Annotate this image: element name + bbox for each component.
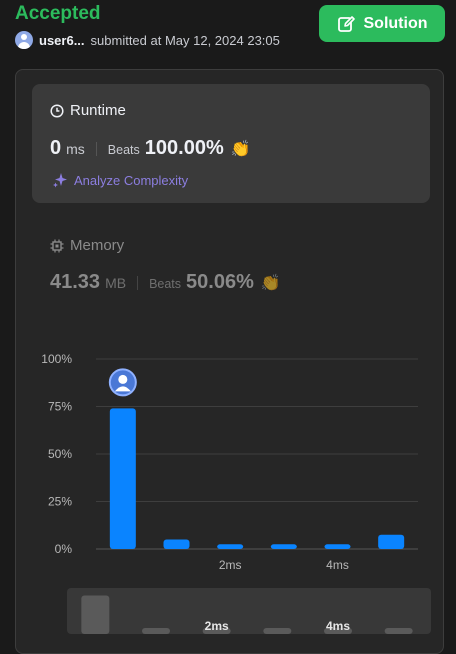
y-tick-label: 25% [48,495,72,509]
runtime-card[interactable]: Runtime 0 ms Beats 100.00% 👏 Analyze Com… [32,84,430,203]
runtime-beats-label: Beats [107,143,140,157]
runtime-value: 0 [50,137,62,159]
x-tick-label: 4ms [326,558,349,572]
submission-info: user6... submitted at May 12, 2024 23:05 [15,30,280,50]
status-label: Accepted [15,3,101,24]
memory-metric: 41.33 MB Beats 50.06% 👏 [50,271,281,294]
avatar[interactable] [15,31,33,49]
y-tick-label: 100% [41,352,72,366]
memory-title[interactable]: Memory [50,237,124,254]
result-panel: Runtime 0 ms Beats 100.00% 👏 Analyze Com… [15,69,444,654]
runtime-title: Runtime [50,102,126,119]
divider [137,275,139,290]
histogram-bar [324,544,351,549]
submitted-time: submitted at May 12, 2024 23:05 [90,32,280,48]
overview-bar [142,628,170,634]
histogram-bar [109,408,136,549]
divider [95,141,97,156]
histogram-bar [217,544,244,549]
avatar-head [118,374,128,384]
edit-icon [337,15,355,32]
memory-beats-value: 50.06% [186,271,254,293]
memory-unit: MB [105,275,127,291]
overview-bar [263,628,292,634]
clock-icon [50,103,64,118]
chart-overview-scrollbar[interactable]: 2ms 4ms [67,588,431,634]
runtime-unit: ms [66,141,85,157]
solution-button[interactable]: Solution [319,5,445,42]
overview-tick-label: 4ms [326,619,350,633]
clap-icon: 👏 [260,275,281,292]
histogram-bar [270,544,297,549]
solution-label: Solution [363,14,428,32]
overview-bar [81,595,110,634]
x-tick-label: 2ms [219,558,242,572]
chip-icon [50,239,64,252]
y-tick-label: 75% [48,400,72,414]
runtime-metric: 0 ms Beats 100.00% 👏 [50,137,251,160]
histogram-bar [378,534,405,549]
histogram-bar [163,539,190,549]
overview-background [67,588,431,634]
analyze-complexity-link[interactable]: Analyze Complexity [52,172,188,188]
runtime-distribution-chart: 0% 25% 50% 75% 100% 2ms 4ms [41,352,418,572]
memory-value: 41.33 [50,271,101,293]
overview-bar [384,628,413,634]
overview-tick-label: 2ms [205,619,229,633]
y-tick-label: 0% [55,542,73,556]
y-tick-label: 50% [48,447,72,461]
runtime-beats-value: 100.00% [144,137,224,159]
sparkle-icon [53,173,67,188]
username-link[interactable]: user6... [39,33,85,48]
clap-icon: 👏 [230,141,251,158]
memory-beats-label: Beats [149,277,182,291]
